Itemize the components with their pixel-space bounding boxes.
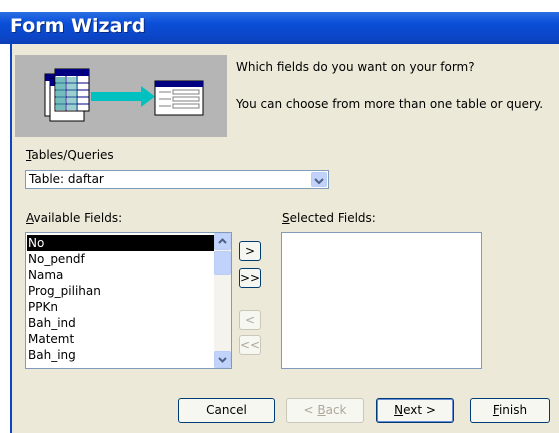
list-item[interactable]: Bah_ing (28, 347, 76, 363)
finish-button-text: inish (498, 403, 528, 417)
next-button-accel: N (394, 403, 404, 417)
available-fields-label-accel: A (26, 211, 34, 225)
list-item[interactable]: No (27, 235, 218, 251)
list-item[interactable]: PPKn (28, 299, 58, 315)
next-button-text: ext > (403, 403, 436, 417)
available-fields-label-text: vailable Fields: (33, 211, 123, 225)
tables-queries-label: Tables/Queries (26, 148, 114, 162)
selected-fields-label-text: elected Fields: (289, 211, 376, 225)
next-button[interactable]: Next > (376, 398, 454, 423)
list-item[interactable]: Bah_ind (28, 315, 76, 331)
chevron-down-icon (314, 178, 324, 185)
back-button[interactable]: < Back (286, 398, 364, 423)
cropped-left-edge (0, 44, 10, 433)
title-bar[interactable]: Form Wizard (0, 12, 559, 44)
available-fields-label: Available Fields: (26, 211, 122, 225)
vertical-scrollbar[interactable] (214, 233, 231, 368)
list-item[interactable]: Nama (28, 267, 63, 283)
cropped-background (0, 0, 559, 12)
scroll-up-button[interactable] (214, 233, 231, 250)
list-item[interactable]: No_pendf (28, 251, 85, 267)
window-title: Form Wizard (10, 15, 146, 37)
selected-fields-list[interactable] (281, 232, 482, 369)
wizard-question: Which fields do you want on your form? (236, 60, 475, 74)
back-button-text: ack (325, 403, 347, 417)
finish-button[interactable]: Finish (470, 398, 550, 423)
selected-fields-label: Selected Fields: (282, 211, 376, 225)
cancel-button[interactable]: Cancel (178, 398, 275, 423)
wizard-hint: You can choose from more than one table … (236, 97, 544, 111)
tables-queries-value: Table: daftar (29, 172, 104, 186)
scroll-down-button[interactable] (214, 351, 231, 368)
list-item[interactable]: Matemt (28, 331, 74, 347)
list-item[interactable]: Prog_pilihan (28, 283, 101, 299)
back-button-prefix: < (303, 403, 318, 417)
available-fields-list[interactable]: No No_pendf Nama Prog_pilihan PPKn Bah_i… (25, 232, 232, 369)
add-all-fields-button[interactable]: >> (239, 268, 261, 288)
chevron-down-icon (218, 357, 227, 363)
selected-fields-label-accel: S (282, 211, 290, 225)
tables-queries-label-text: ables/Queries (31, 148, 114, 162)
wizard-illustration (15, 55, 227, 137)
form-wizard-dialog: Form Wizard Which fields do you want on … (0, 0, 559, 433)
scroll-thumb[interactable] (214, 251, 231, 275)
remove-field-button[interactable]: < (239, 310, 261, 330)
window-border (10, 44, 12, 433)
add-field-button[interactable]: > (239, 241, 261, 261)
combo-dropdown-button[interactable] (311, 172, 327, 187)
back-button-accel: B (317, 403, 326, 417)
remove-all-fields-button[interactable]: << (239, 335, 261, 355)
table-to-form-icon (44, 68, 204, 122)
tables-queries-combobox[interactable]: Table: daftar (25, 170, 329, 189)
chevron-up-icon (218, 238, 227, 244)
